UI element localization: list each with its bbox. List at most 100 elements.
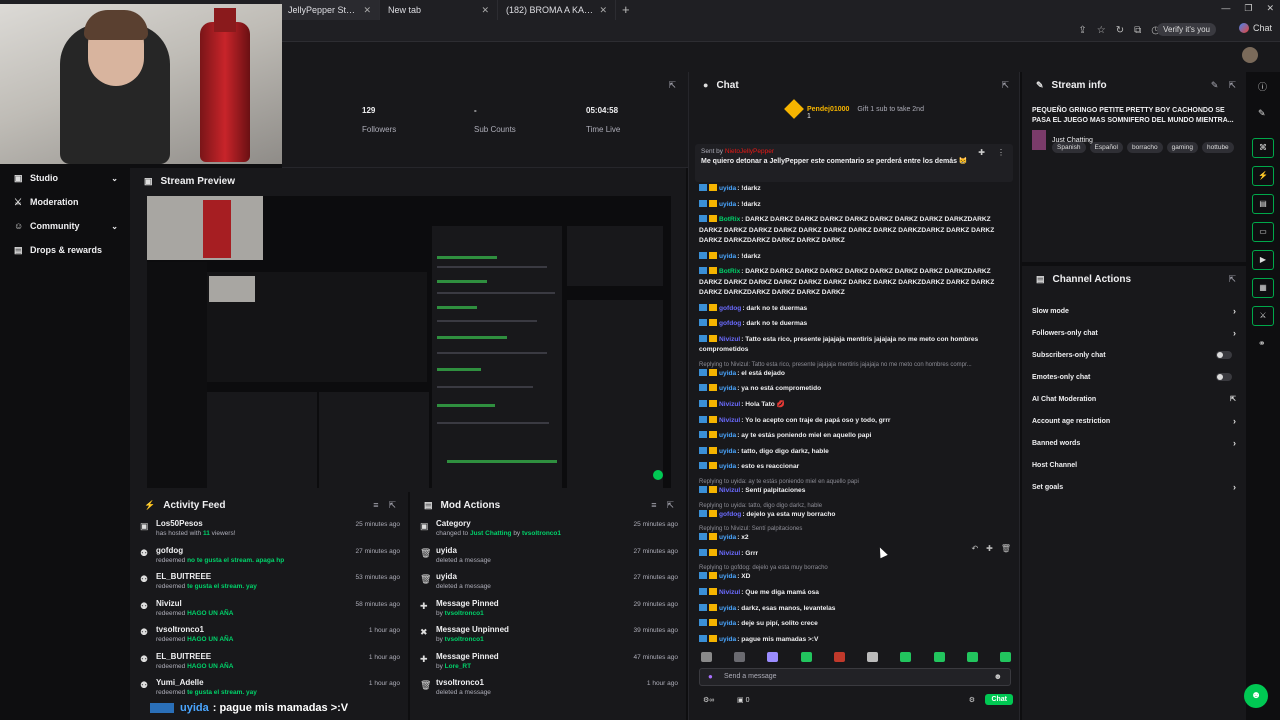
verify-button[interactable]: Verify it's you bbox=[1157, 23, 1216, 36]
emote-icon[interactable] bbox=[900, 652, 912, 662]
stream-preview-video[interactable] bbox=[147, 196, 671, 488]
list-item[interactable]: ✖ Message Unpinned by tvsoltronco1 39 minut… bbox=[410, 624, 686, 651]
chat-message[interactable]: uyida: ya no está comprometido bbox=[699, 384, 1011, 394]
reply-icon[interactable]: ↶ bbox=[971, 544, 978, 553]
chat-username[interactable]: uyida bbox=[719, 201, 736, 208]
list-item[interactable]: ⚉ gofdog redeemed no te gusta el stream. a… bbox=[130, 545, 408, 572]
refresh-icon[interactable]: ↻ bbox=[1116, 25, 1124, 36]
action-slow-mode[interactable]: Slow mode › bbox=[1022, 300, 1246, 322]
filter-icon[interactable]: ≡ bbox=[373, 500, 378, 511]
list-item[interactable]: ✚ Message Pinned by tvsoltronco1 29 minutes… bbox=[410, 598, 686, 625]
chat-username[interactable]: Nivizul bbox=[719, 487, 740, 494]
subscribers-only-toggle[interactable] bbox=[1216, 351, 1232, 359]
grid-icon[interactable]: ▦ bbox=[1252, 278, 1274, 298]
chat-message[interactable]: Replying to gofdog: dejelo ya esta muy b… bbox=[699, 564, 1011, 582]
chat-username[interactable]: gofdog bbox=[719, 511, 741, 518]
emote-icon[interactable] bbox=[867, 652, 879, 662]
chat-username[interactable]: uyida bbox=[719, 620, 736, 627]
document-icon[interactable]: ▤ bbox=[1252, 194, 1274, 214]
trash-icon[interactable]: 🗑 bbox=[1001, 544, 1011, 553]
close-window-icon[interactable]: ✕ bbox=[1266, 3, 1274, 14]
info-icon[interactable]: ⓘ bbox=[1258, 80, 1267, 93]
chat-username[interactable]: BotRix bbox=[719, 268, 740, 275]
action-account-age[interactable]: Account age restriction › bbox=[1022, 410, 1246, 432]
chat-message[interactable]: Nivizul: Hola Tato 💋 bbox=[699, 399, 1011, 410]
tag[interactable]: Español bbox=[1089, 142, 1123, 153]
edit-icon[interactable]: ✎ bbox=[1211, 80, 1219, 91]
emotes-only-toggle[interactable] bbox=[1216, 373, 1232, 381]
chat-username[interactable]: uyida bbox=[719, 463, 736, 470]
pencil-icon[interactable]: ✎ bbox=[1258, 108, 1266, 119]
sword-icon[interactable]: ⚔ bbox=[1252, 306, 1274, 326]
chat-message[interactable]: BotRix: DARKZ DARKZ DARKZ DARKZ DARKZ DA… bbox=[699, 267, 1011, 298]
chat-message[interactable]: Nivizul: Tatto esta rico, presente jajaj… bbox=[699, 334, 1011, 356]
gear-icon[interactable]: ⚙ bbox=[969, 696, 975, 704]
chat-username[interactable]: Nivizul bbox=[719, 550, 740, 557]
browser-chat-button[interactable]: Chat bbox=[1238, 23, 1272, 33]
chat-input[interactable]: ● Send a message ☻ bbox=[699, 668, 1011, 686]
emote-icon[interactable] bbox=[701, 652, 712, 662]
close-icon[interactable]: ✕ bbox=[357, 5, 371, 16]
chat-username[interactable]: Nivizul bbox=[719, 336, 740, 343]
chat-username[interactable]: gofdog bbox=[719, 305, 741, 312]
action-set-goals[interactable]: Set goals › bbox=[1022, 476, 1246, 498]
chat-message[interactable]: uyida: !darkz bbox=[699, 184, 1011, 194]
share-icon[interactable]: ⚭ bbox=[1258, 338, 1266, 349]
chat-message[interactable]: Nivizul: Yo lo acepto con traje de papá … bbox=[699, 415, 1011, 426]
chat-message[interactable]: uyida: deje su pipí, solito crece bbox=[699, 619, 1011, 629]
chat-username[interactable]: Nivizul bbox=[719, 401, 740, 408]
popout-icon[interactable]: ⇱ bbox=[668, 80, 676, 91]
chat-username[interactable]: uyida bbox=[719, 385, 736, 392]
share-icon[interactable]: ⇪ bbox=[1078, 25, 1086, 36]
bolt-icon[interactable]: ⚡ bbox=[1252, 166, 1274, 186]
microphone-icon[interactable]: ● bbox=[708, 672, 713, 681]
chat-message[interactable]: gofdog: dark no te duermas bbox=[699, 319, 1011, 329]
video-icon[interactable]: ▶ bbox=[1252, 250, 1274, 270]
chat-username[interactable]: uyida bbox=[719, 534, 736, 541]
chat-username[interactable]: uyida bbox=[719, 432, 736, 439]
tag[interactable]: gaming bbox=[1166, 142, 1198, 153]
new-tab-button[interactable]: + bbox=[622, 2, 630, 17]
action-followers-only[interactable]: Followers-only chat › bbox=[1022, 322, 1246, 344]
chat-message[interactable]: uyida: ay te estás poniendo miel en aque… bbox=[699, 431, 1011, 441]
minimize-icon[interactable]: — bbox=[1221, 3, 1230, 14]
popout-icon[interactable]: ⇱ bbox=[1001, 80, 1009, 91]
popout-icon[interactable]: ⇱ bbox=[388, 500, 396, 511]
emote-icon[interactable] bbox=[933, 652, 945, 662]
emoji-icon[interactable]: ☻ bbox=[994, 672, 1002, 681]
chat-bubble-icon[interactable]: ▭ bbox=[1252, 222, 1274, 242]
list-item[interactable]: ⚉ EL_BUITREEE redeemed te gusta el stream.… bbox=[130, 571, 408, 598]
assistant-fab-button[interactable]: ☻ bbox=[1244, 684, 1268, 708]
emote-icon[interactable] bbox=[966, 652, 978, 662]
chat-message[interactable]: Replying to Nivizul: Tatto esta rico, pr… bbox=[699, 361, 1011, 379]
widget-icon[interactable]: ⌘ bbox=[1252, 138, 1274, 158]
chat-message[interactable]: uyida: !darkz bbox=[699, 199, 1011, 210]
chat-username[interactable]: gofdog bbox=[719, 320, 741, 327]
chat-username[interactable]: uyida bbox=[719, 605, 736, 612]
list-item[interactable]: 🗑 uyida deleted a message 27 minutes ago bbox=[410, 545, 686, 572]
action-banned-words[interactable]: Banned words › bbox=[1022, 432, 1246, 454]
chat-message[interactable]: Nivizul: Grrr bbox=[699, 548, 1011, 559]
list-item[interactable]: ▣ Category changed to Just Chatting by tvs… bbox=[410, 518, 686, 545]
pin-icon[interactable]: ✚ bbox=[978, 148, 985, 157]
points-icon[interactable]: ⚙∞ bbox=[703, 696, 714, 704]
emote-icon[interactable] bbox=[833, 652, 845, 662]
emote-icon[interactable] bbox=[767, 652, 779, 662]
browser-tab[interactable]: (182) BROMA A KAMILO LO DISFR✕ bbox=[498, 0, 616, 20]
close-icon[interactable]: ✕ bbox=[593, 5, 607, 16]
emote-icon[interactable] bbox=[800, 652, 812, 662]
list-item[interactable]: 🗑 uyida deleted a message 27 minutes ago bbox=[410, 571, 686, 598]
sidebar-item-drops[interactable]: ▤ Drops & rewards bbox=[0, 238, 130, 262]
list-item[interactable]: ⚉ tvsoltronco1 redeemed HAGO UN AÑA 1 hour … bbox=[130, 624, 408, 651]
chat-username[interactable]: uyida bbox=[719, 448, 736, 455]
close-icon[interactable]: ✕ bbox=[475, 5, 489, 16]
list-item[interactable]: ▣ Los50Pesos has hosted with 11 viewers! 25… bbox=[130, 518, 408, 545]
chat-username[interactable]: uyida bbox=[719, 370, 736, 377]
chat-message[interactable]: uyida: !darkz bbox=[699, 251, 1011, 262]
popout-icon[interactable]: ⇱ bbox=[1228, 274, 1236, 285]
more-icon[interactable]: ⋮ bbox=[997, 148, 1005, 157]
emote-icon[interactable] bbox=[999, 652, 1011, 662]
avatar[interactable] bbox=[1242, 47, 1258, 63]
tag[interactable]: borracho bbox=[1127, 142, 1163, 153]
chat-message[interactable]: Replying to uyida: ay te estás poniendo … bbox=[699, 478, 1011, 496]
